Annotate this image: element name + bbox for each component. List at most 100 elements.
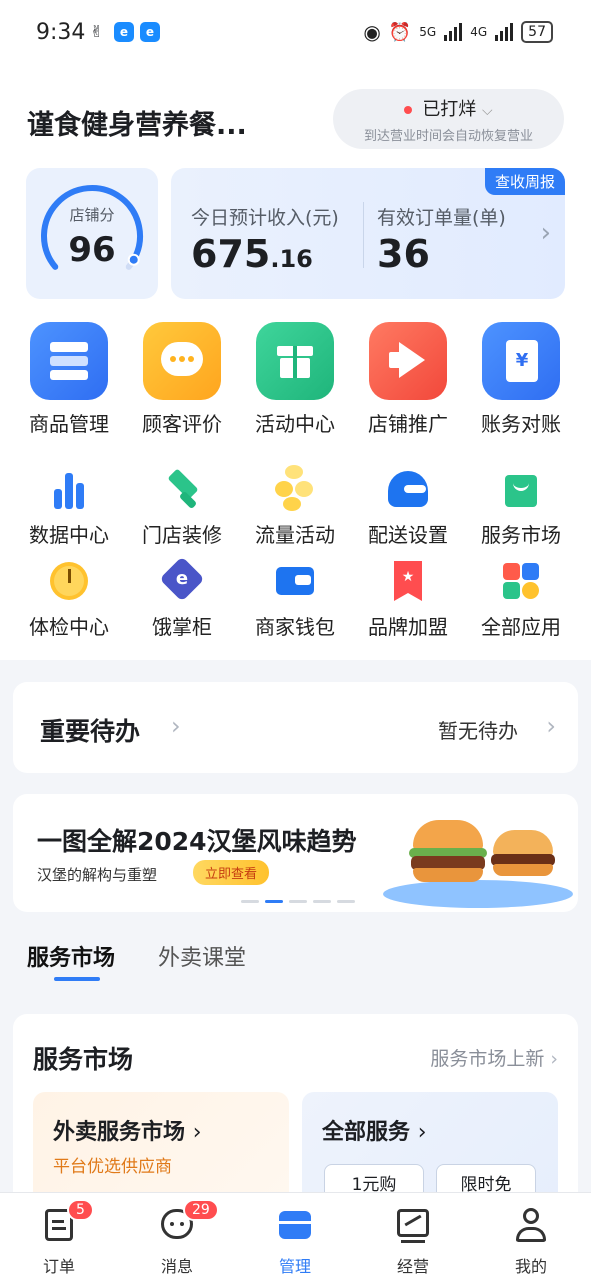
tool-health-check[interactable]: 体检中心: [14, 559, 124, 640]
bar-chart-icon: [47, 467, 91, 511]
burger-illustration: [373, 800, 578, 912]
helmet-icon: [386, 467, 430, 511]
orders-value: 36: [377, 232, 430, 276]
tool-label: 服务市场: [481, 523, 561, 547]
service-market-card: 服务市场 服务市场上新 › 外卖服务市场 › 平台优选供应商 全部服务 › 1元…: [13, 1014, 578, 1214]
tool-eleme-manager[interactable]: e 饿掌柜: [127, 556, 237, 640]
nav-manage[interactable]: 管理: [255, 1207, 335, 1277]
takeout-market-desc: 平台优选供应商: [53, 1157, 172, 1177]
tool-label: 顾客评价: [142, 412, 222, 436]
tool-label: 商家钱包: [255, 615, 335, 639]
tool-label: 门店装修: [142, 523, 222, 547]
page-dot-active: [265, 900, 283, 903]
tool-label: 流量活动: [255, 523, 335, 547]
nav-messages[interactable]: 29 消息: [137, 1199, 219, 1277]
all-services-title-text: 全部服务: [322, 1120, 411, 1145]
signal-icon: [444, 23, 463, 41]
eye-icon: ◉: [363, 20, 381, 44]
tool-product-management[interactable]: 商品管理: [19, 322, 119, 437]
income-label: 今日预计收入(元): [191, 207, 339, 229]
banner-view-button[interactable]: 立即查看: [193, 860, 270, 885]
gauge-icon: [47, 559, 91, 603]
tool-shop-promotion[interactable]: 店铺推广: [358, 322, 458, 437]
service-market-title: 服务市场: [33, 1045, 134, 1074]
tool-store-decoration[interactable]: 门店装修: [127, 467, 237, 548]
tool-activity-center[interactable]: 活动中心: [245, 322, 345, 437]
network-5g-label: 5G: [419, 25, 437, 39]
coins-icon: [273, 465, 317, 511]
comment-icon: [143, 322, 221, 400]
nav-label: 消息: [160, 1257, 193, 1276]
revenue-card[interactable]: 查收周报 今日预计收入(元) 675.16 有效订单量(单) 36 ›: [171, 168, 565, 299]
takeout-market-title: 外卖服务市场 ›: [53, 1114, 202, 1146]
service-market-new-link[interactable]: 服务市场上新 ›: [430, 1044, 558, 1071]
tab-service-market[interactable]: 服务市场: [27, 940, 115, 972]
todo-title: 重要待办: [40, 717, 141, 746]
shop-name[interactable]: 谨食健身营养餐...: [27, 103, 247, 142]
todo-empty-text: 暂无待办: [438, 719, 518, 743]
alarm-icon: ⏰: [388, 21, 412, 43]
tool-delivery-settings[interactable]: 配送设置: [353, 467, 463, 548]
chevron-right-icon: ›: [192, 1120, 202, 1145]
income-dec: .16: [270, 245, 313, 273]
nav-label: 订单: [42, 1257, 75, 1276]
income-int: 675: [191, 232, 271, 276]
banner-page-dots: [241, 900, 355, 903]
tool-label: 饿掌柜: [152, 615, 212, 639]
apps-icon: [499, 559, 543, 603]
tool-label: 体检中心: [29, 615, 109, 639]
tool-customer-reviews[interactable]: 顾客评价: [132, 322, 232, 437]
chevron-down-icon: ⌵: [482, 103, 493, 119]
eleme-notify-icon-2: e: [140, 22, 160, 42]
nav-label: 我的: [514, 1257, 547, 1276]
nav-orders[interactable]: 5 订单: [19, 1199, 99, 1277]
tool-brand-franchise[interactable]: ★ 品牌加盟: [353, 559, 463, 640]
tool-label: 店铺推广: [368, 412, 448, 436]
messages-badge: 29: [183, 1199, 219, 1221]
mascot-icon: ✌: [90, 22, 104, 41]
brush-icon: [160, 467, 204, 511]
chevron-right-icon: ›: [546, 712, 556, 740]
nav-profile[interactable]: 我的: [491, 1207, 571, 1277]
promo-banner[interactable]: 一图全解2024汉堡风味趋势 汉堡的解构与重塑 立即查看: [13, 794, 578, 912]
tool-label: 品牌加盟: [368, 615, 448, 639]
important-todo-card[interactable]: 重要待办 › 暂无待办 ›: [13, 682, 578, 773]
orders-label: 有效订单量(单): [377, 207, 506, 229]
profile-icon: [513, 1207, 549, 1243]
shop-status-toggle[interactable]: 已打烊 ⌵ 到达营业时间会自动恢复营业: [333, 89, 564, 149]
bottom-nav: 5 订单 29 消息 管理 经营 我的: [0, 1192, 591, 1280]
tool-traffic-activity[interactable]: 流量活动: [240, 465, 350, 548]
tool-label: 商品管理: [29, 412, 109, 436]
tool-account-reconciliation[interactable]: ¥ 账务对账: [471, 322, 571, 437]
tool-all-apps[interactable]: 全部应用: [466, 559, 576, 640]
tab-takeout-class[interactable]: 外卖课堂: [158, 940, 246, 972]
orders-badge: 5: [67, 1199, 94, 1221]
banner-subtitle: 汉堡的解构与重塑: [37, 866, 158, 884]
tool-service-market[interactable]: 服务市场: [466, 467, 576, 548]
tool-data-center[interactable]: 数据中心: [14, 467, 124, 548]
shop-score-card[interactable]: 店铺分 96: [26, 168, 158, 299]
tool-merchant-wallet[interactable]: 商家钱包: [240, 559, 350, 640]
eleme-icon: e: [159, 556, 205, 603]
chevron-right-icon: ›: [171, 712, 181, 740]
order-icon: 5: [41, 1199, 94, 1243]
nav-business[interactable]: 经营: [373, 1207, 453, 1277]
wallet-icon: [273, 559, 317, 603]
network-4g-label: 4G: [470, 25, 488, 39]
weekly-report-button[interactable]: 查收周报: [484, 168, 565, 195]
chevron-right-icon: ›: [550, 1048, 558, 1070]
star-flag-icon: ★: [386, 559, 430, 603]
manage-icon: [277, 1207, 313, 1243]
status-bar: 9:34 ✌ e e ◉ ⏰ 5G 4G 57: [0, 0, 591, 66]
shop-status-label: 已打烊: [422, 99, 477, 120]
status-right-icons: ◉ ⏰ 5G 4G 57: [363, 20, 553, 44]
megaphone-icon: [369, 322, 447, 400]
revenue-divider: [363, 202, 364, 268]
score-value: 96: [68, 230, 116, 270]
takeout-market-title-text: 外卖服务市场: [53, 1120, 186, 1145]
page-dot: [241, 900, 259, 903]
message-icon: 29: [159, 1199, 219, 1243]
ledger-icon: ¥: [482, 322, 560, 400]
chevron-right-icon: ›: [417, 1120, 427, 1145]
status-dot-icon: [404, 106, 413, 114]
